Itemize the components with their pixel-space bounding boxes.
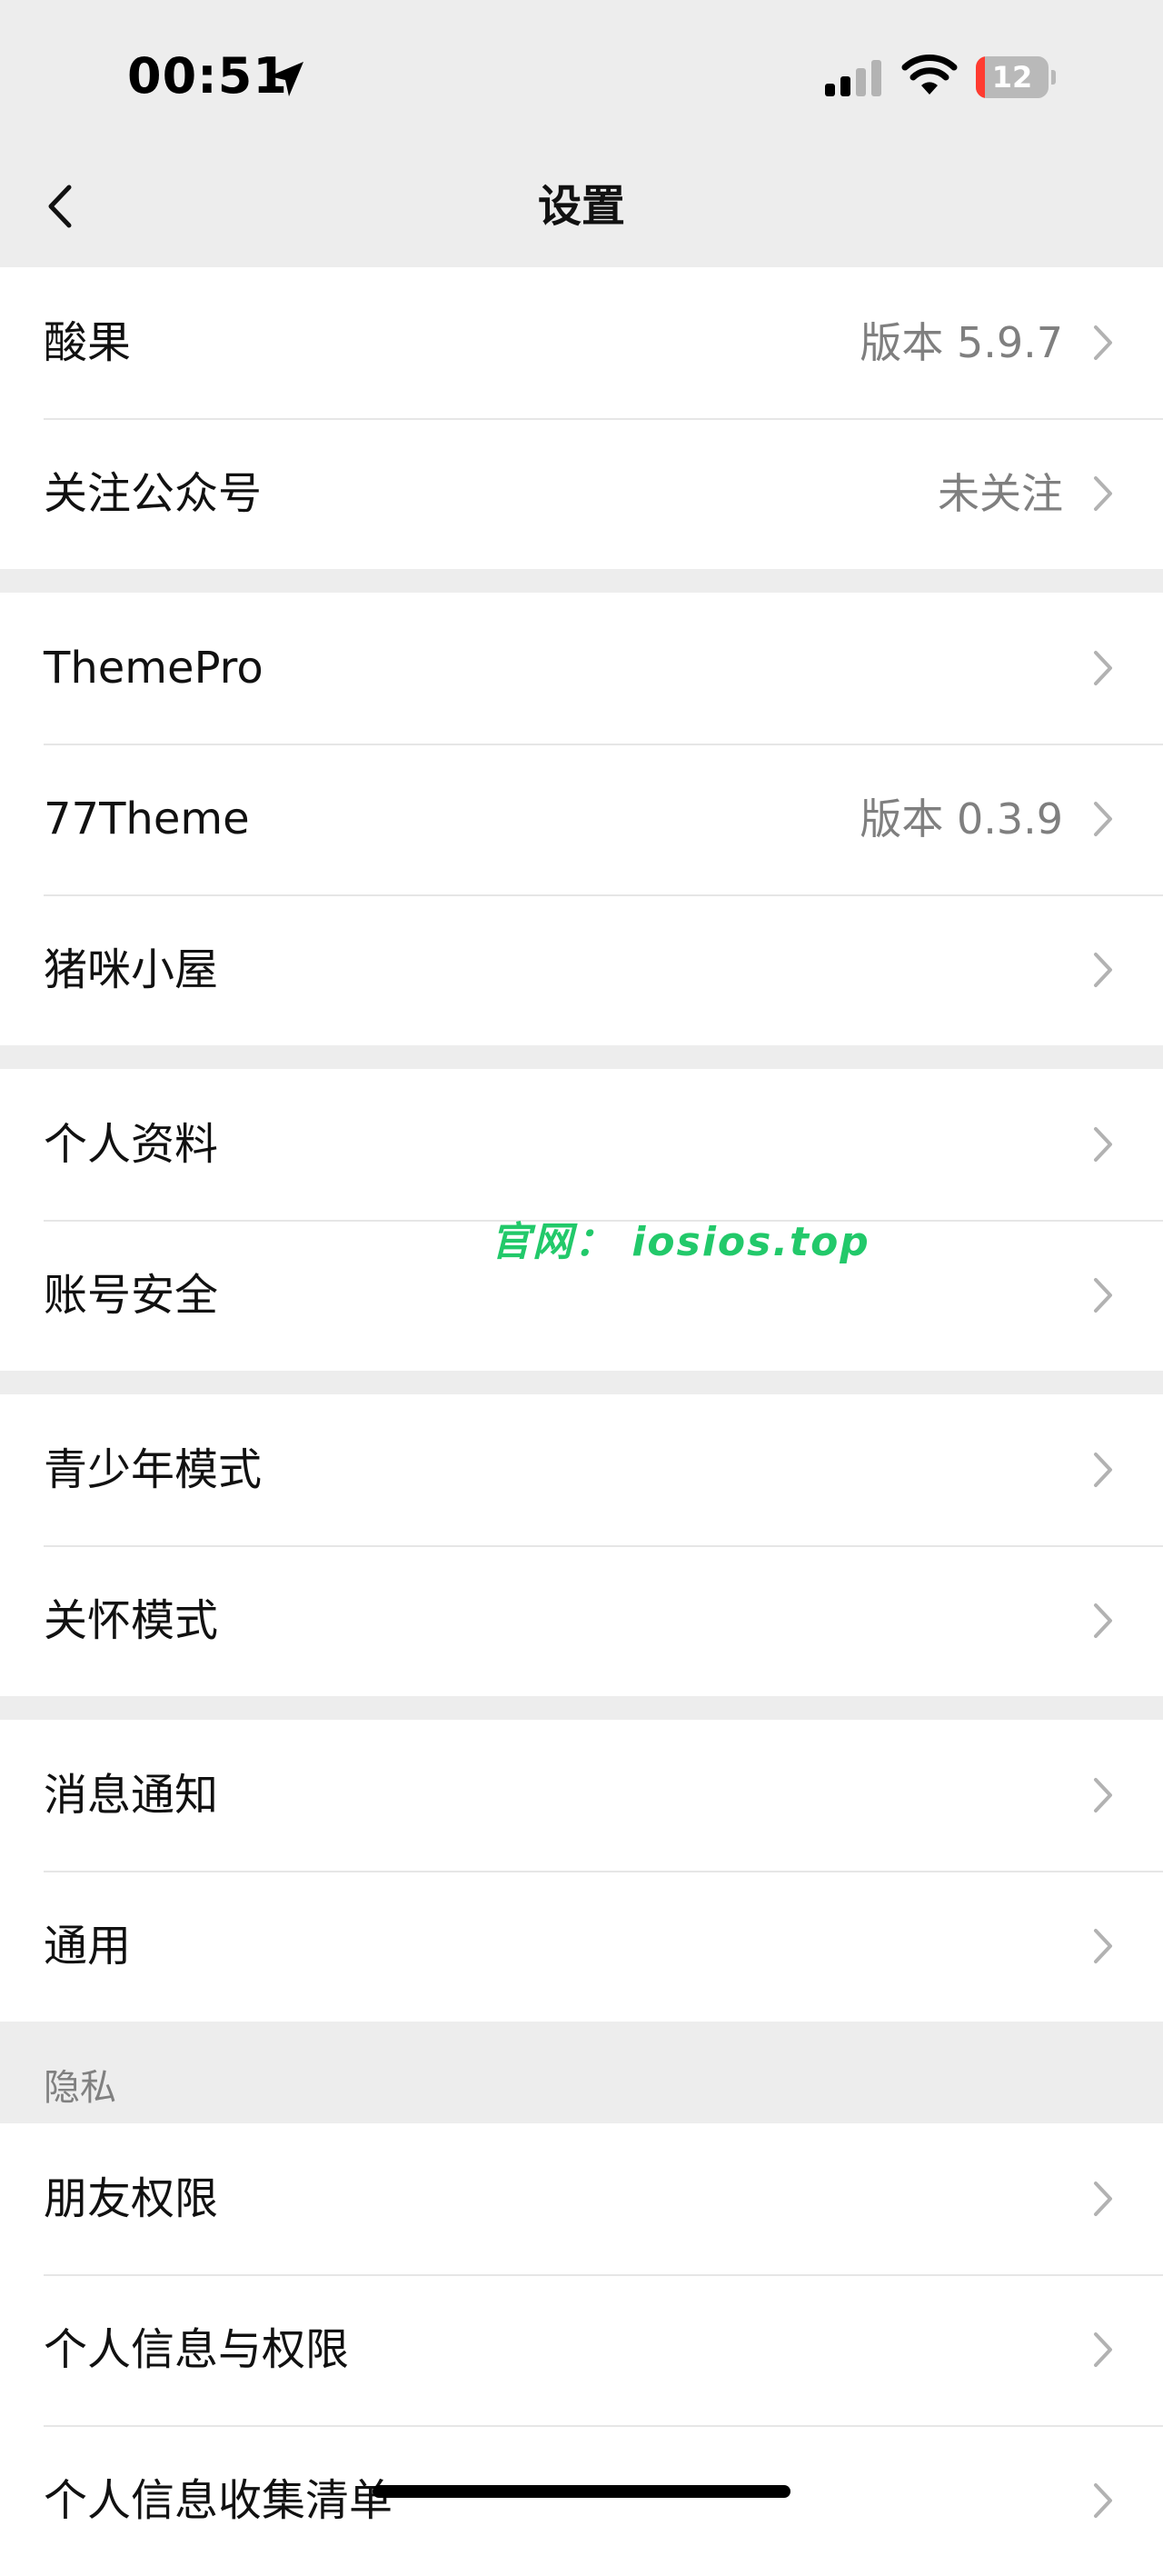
section-header: 隐私 <box>0 2022 1163 2123</box>
chevron-right-icon <box>1094 802 1112 836</box>
wifi-icon <box>901 55 958 95</box>
status-bar: 00:51 12 <box>0 0 1163 145</box>
settings-row-label: 个人信息收集清单 <box>44 2475 393 2526</box>
settings-row[interactable]: 通用 <box>0 1871 1163 2022</box>
location-arrow-icon <box>269 62 303 96</box>
chevron-right-icon <box>1094 2182 1112 2216</box>
settings-row-label: 个人资料 <box>44 1119 219 1170</box>
battery-icon: 12 <box>976 56 1056 98</box>
chevron-right-icon <box>1094 1929 1112 1963</box>
chevron-right-icon <box>1094 953 1112 987</box>
settings-row[interactable]: 猪咪小屋 <box>0 894 1163 1045</box>
settings-row[interactable]: 关注公众号 未关注 <box>0 418 1163 569</box>
chevron-right-icon <box>1094 325 1112 360</box>
settings-row[interactable]: 关怀模式 <box>0 1545 1163 1696</box>
settings-row-label: 青少年模式 <box>44 1444 263 1495</box>
settings-row-label: 关怀模式 <box>44 1595 219 1646</box>
settings-row-label: 通用 <box>44 1921 132 1972</box>
chevron-right-icon <box>1094 1453 1112 1487</box>
back-button[interactable] <box>36 175 91 238</box>
home-indicator[interactable] <box>373 2485 790 2498</box>
chevron-right-icon <box>1094 2483 1112 2518</box>
settings-row[interactable]: 朋友权限 <box>0 2123 1163 2274</box>
battery-body: 12 <box>976 56 1049 98</box>
battery-percentage: 12 <box>991 60 1033 95</box>
watermark: 官网： iosios.top <box>491 1219 870 1265</box>
settings-row-label: 关注公众号 <box>44 468 263 519</box>
group-separator <box>0 569 1163 593</box>
settings-row[interactable]: 个人信息收集清单 <box>0 2425 1163 2576</box>
settings-list: 酸果 版本 5.9.7 关注公众号 未关注 ThemePro 77Theme 版本 0.3.… <box>0 267 1163 2576</box>
nav-bar: 设置 <box>0 145 1163 267</box>
settings-row-value: 版本 5.9.7 <box>860 318 1063 367</box>
settings-row-label: 消息通知 <box>44 1770 219 1821</box>
settings-row-label: ThemePro <box>44 643 263 694</box>
settings-row[interactable]: 消息通知 <box>0 1720 1163 1871</box>
battery-cap <box>1051 70 1056 85</box>
settings-row-label: 酸果 <box>44 317 132 368</box>
chevron-right-icon <box>1094 651 1112 685</box>
group-separator <box>0 1371 1163 1394</box>
page-title: 设置 <box>537 181 625 232</box>
settings-group: 朋友权限个人信息与权限 个人信息收集清单 <box>0 2123 1163 2576</box>
chevron-right-icon <box>1094 1127 1112 1162</box>
settings-row-label: 朋友权限 <box>44 2173 219 2224</box>
settings-group: 消息通知 通用 <box>0 1720 1163 2022</box>
settings-row-value: 未关注 <box>938 469 1063 518</box>
settings-group: ThemePro 77Theme 版本 0.3.9 猪咪小屋 <box>0 593 1163 1045</box>
section-header-label: 隐私 <box>44 2067 116 2109</box>
group-separator <box>0 1045 1163 1069</box>
group-separator <box>0 1696 1163 1720</box>
settings-row-label: 猪咪小屋 <box>44 944 219 995</box>
settings-group: 青少年模式 关怀模式 <box>0 1394 1163 1696</box>
status-time: 00:51 <box>127 47 288 105</box>
chevron-right-icon <box>1094 1778 1112 1812</box>
chevron-right-icon <box>1094 1603 1112 1638</box>
settings-row-label: 账号安全 <box>44 1270 219 1321</box>
chevron-right-icon <box>1094 476 1112 511</box>
chevron-right-icon <box>1094 1278 1112 1313</box>
settings-row[interactable]: 青少年模式 <box>0 1394 1163 1545</box>
settings-group: 酸果 版本 5.9.7 关注公众号 未关注 <box>0 267 1163 569</box>
settings-row[interactable]: 77Theme 版本 0.3.9 <box>0 744 1163 894</box>
settings-row[interactable]: 个人信息与权限 <box>0 2274 1163 2425</box>
chevron-right-icon <box>1094 2332 1112 2367</box>
cellular-signal-icon <box>825 60 881 96</box>
settings-row-value: 版本 0.3.9 <box>860 794 1063 844</box>
settings-row-label: 个人信息与权限 <box>44 2324 350 2375</box>
settings-row[interactable]: ThemePro <box>0 593 1163 744</box>
settings-row[interactable]: 个人资料 <box>0 1069 1163 1220</box>
settings-row-label: 77Theme <box>44 794 250 844</box>
settings-row[interactable]: 酸果 版本 5.9.7 <box>0 267 1163 418</box>
